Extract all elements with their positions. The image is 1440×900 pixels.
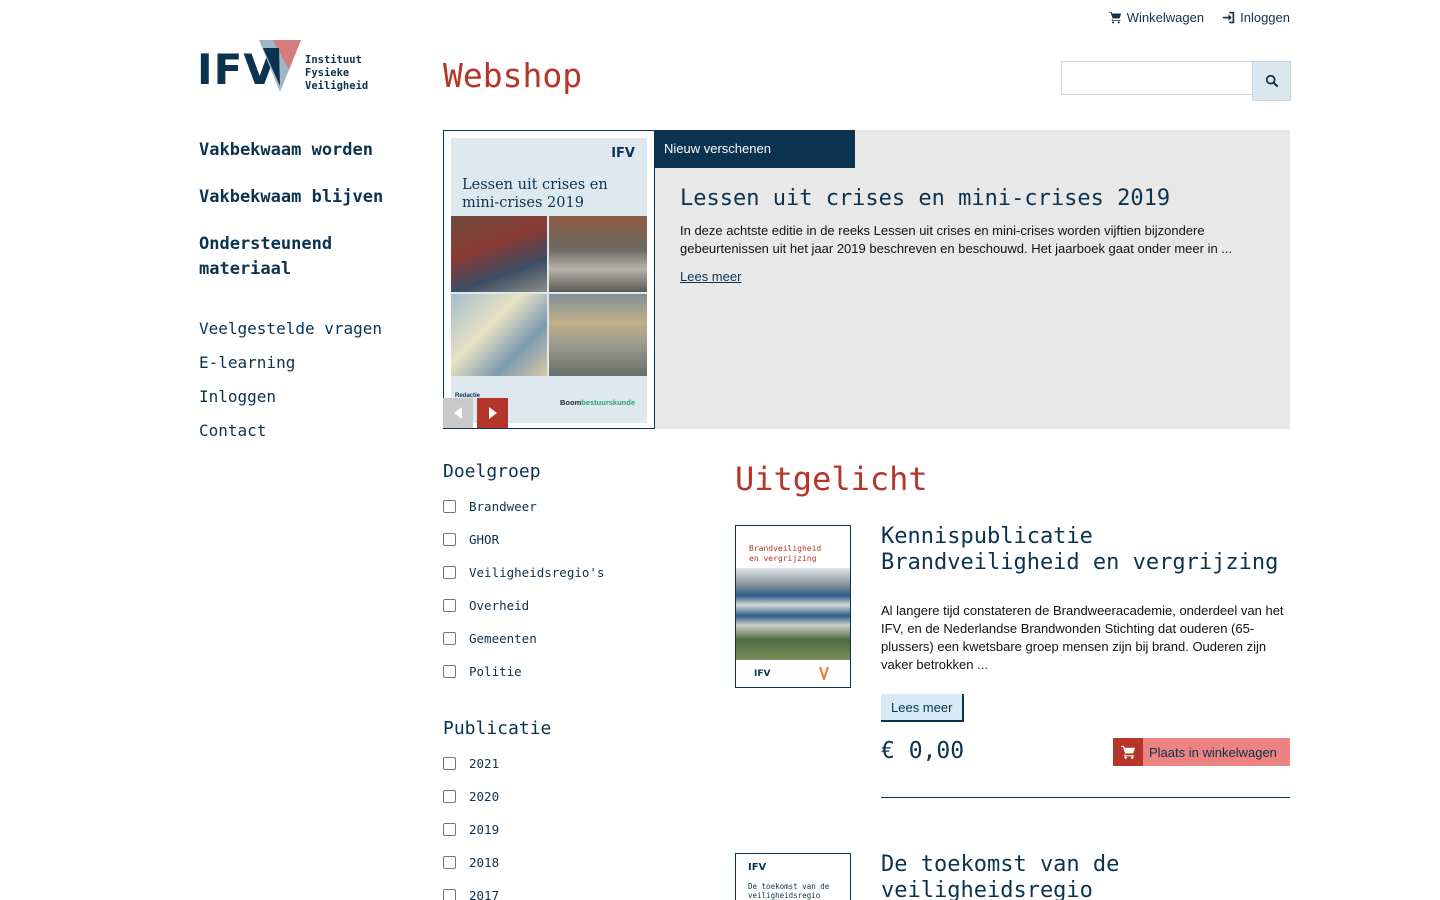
- search-button[interactable]: [1252, 61, 1291, 101]
- filter-option-label: GHOR: [469, 532, 500, 547]
- product-cover-logo: IFV: [754, 669, 771, 679]
- logo-line-3: Veiligheid: [305, 80, 369, 92]
- page-title: Webshop: [443, 56, 583, 95]
- login-link[interactable]: Inloggen: [1222, 10, 1290, 25]
- filter-option-label: Overheid: [469, 598, 530, 613]
- product-cover-title: De toekomst van de veiligheidsregio: [748, 882, 830, 900]
- triangle-left-icon: [454, 407, 462, 419]
- cart-icon: [1113, 738, 1143, 766]
- checkbox[interactable]: [443, 823, 456, 836]
- publisher-name-b: bestuurskunde: [581, 398, 635, 407]
- filter-option-label: Gemeenten: [469, 631, 537, 646]
- featured-carousel: IFV Lessen uit crises en mini-crises 201…: [443, 130, 1290, 429]
- carousel-read-more-link[interactable]: Lees meer: [680, 269, 741, 284]
- filter-option-2019[interactable]: 2019: [443, 813, 499, 846]
- logo-line-2: Fysieke: [305, 67, 350, 79]
- filter-title-publicatie: Publicatie: [443, 718, 552, 739]
- cover-logo: IFV: [611, 146, 635, 161]
- search-form: [1061, 61, 1291, 101]
- checkbox[interactable]: [443, 566, 456, 579]
- nav-item-veelgestelde-vragen[interactable]: Veelgestelde vragen: [199, 318, 382, 340]
- cart-icon: [1108, 11, 1121, 24]
- nav-item-vakbekwaam-worden[interactable]: Vakbekwaam worden: [199, 138, 409, 163]
- nav-item-ondersteunend-materiaal[interactable]: Ondersteunend materiaal: [199, 232, 409, 282]
- cover-photo-collage: [451, 216, 647, 376]
- carousel-prev-button[interactable]: [443, 398, 473, 428]
- product-cover-logo: IFV: [748, 862, 767, 873]
- search-input[interactable]: [1061, 61, 1252, 95]
- logo-triangle-mark: [259, 40, 301, 92]
- product-image[interactable]: IFV De toekomst van de veiligheidsregio: [735, 853, 851, 900]
- logo-subtitle: Instituut Fysieke Veiligheid: [305, 54, 368, 93]
- add-to-cart-label: Plaats in winkelwagen: [1149, 744, 1277, 760]
- checkbox[interactable]: [443, 889, 456, 900]
- filter-option-label: 2020: [469, 789, 500, 804]
- cover-title: Lessen uit crises en mini-crises 2019: [462, 177, 608, 211]
- product-description: Al langere tijd constateren de Brandweer…: [881, 603, 1284, 672]
- add-to-cart-button[interactable]: Plaats in winkelwagen: [1113, 738, 1290, 766]
- checkbox[interactable]: [443, 757, 456, 770]
- checkbox[interactable]: [443, 856, 456, 869]
- section-title-uitgelicht: Uitgelicht: [735, 460, 928, 498]
- carousel-next-button[interactable]: [477, 398, 508, 428]
- product-read-more-button[interactable]: Lees meer: [881, 694, 965, 722]
- top-utility-bar: Winkelwagen Inloggen: [1108, 10, 1290, 25]
- login-link-label: Inloggen: [1240, 10, 1290, 25]
- carousel-cover-image[interactable]: IFV Lessen uit crises en mini-crises 201…: [443, 130, 655, 429]
- filter-option-label: 2017: [469, 888, 500, 900]
- triangle-right-icon: [488, 407, 497, 419]
- filter-option-2021[interactable]: 2021: [443, 747, 499, 780]
- filter-option-2017[interactable]: 2017: [443, 879, 499, 900]
- filter-option-label: 2019: [469, 822, 500, 837]
- product-title[interactable]: De toekomst van de veiligheidsregio: [881, 852, 1290, 900]
- filter-title-doelgroep: Doelgroep: [443, 461, 541, 482]
- filter-option-label: Veiligheidsregio's: [469, 565, 605, 580]
- nav-item-contact[interactable]: Contact: [199, 420, 382, 442]
- checkbox[interactable]: [443, 790, 456, 803]
- product-price: € 0,00: [881, 738, 965, 764]
- sign-in-icon: [1222, 11, 1235, 24]
- filter-list-doelgroep: Brandweer GHOR Veiligheidsregio's Overhe…: [443, 490, 604, 688]
- carousel-title[interactable]: Lessen uit crises en mini-crises 2019: [680, 186, 1170, 211]
- product-divider: [881, 797, 1290, 798]
- checkbox[interactable]: [443, 665, 456, 678]
- cart-link-label: Winkelwagen: [1126, 10, 1205, 25]
- filter-option-2020[interactable]: 2020: [443, 780, 499, 813]
- nav-item-inloggen[interactable]: Inloggen: [199, 386, 382, 408]
- book-cover: IFV Lessen uit crises en mini-crises 201…: [451, 138, 647, 423]
- logo-line-1: Instituut: [305, 54, 362, 66]
- checkbox[interactable]: [443, 599, 456, 612]
- filter-option-ghor[interactable]: GHOR: [443, 523, 604, 556]
- carousel-badge: Nieuw verschenen: [654, 130, 855, 168]
- partner-logo-icon: [819, 666, 829, 680]
- main-navigation: Vakbekwaam worden Vakbekwaam blijven Ond…: [199, 138, 409, 304]
- filter-option-brandweer[interactable]: Brandweer: [443, 490, 604, 523]
- filter-option-2018[interactable]: 2018: [443, 846, 499, 879]
- checkbox[interactable]: [443, 500, 456, 513]
- cover-publisher: Boombestuurskunde: [560, 398, 635, 407]
- cart-link[interactable]: Winkelwagen: [1108, 10, 1205, 25]
- checkbox[interactable]: [443, 533, 456, 546]
- publisher-name-a: Boom: [559, 398, 582, 407]
- ifv-logo[interactable]: IFV Instituut Fysieke Veiligheid: [197, 38, 372, 96]
- filter-option-label: 2018: [469, 855, 500, 870]
- filter-option-overheid[interactable]: Overheid: [443, 589, 604, 622]
- product-cover-title: Brandveiligheid en vergrijzing: [749, 544, 822, 563]
- filter-option-gemeenten[interactable]: Gemeenten: [443, 622, 604, 655]
- product-photo: [736, 568, 850, 660]
- filter-option-politie[interactable]: Politie: [443, 655, 604, 688]
- filter-option-label: Brandweer: [469, 499, 537, 514]
- filter-list-publicatie: 2021 2020 2019 2018 2017: [443, 747, 499, 900]
- checkbox[interactable]: [443, 632, 456, 645]
- carousel-description: In deze achtste editie in de reeks Lesse…: [680, 223, 1233, 256]
- secondary-navigation: Veelgestelde vragen E-learning Inloggen …: [199, 318, 382, 454]
- product-title[interactable]: Kennispublicatie Brandveiligheid en verg…: [881, 524, 1290, 576]
- nav-item-e-learning[interactable]: E-learning: [199, 352, 382, 374]
- search-icon: [1265, 74, 1278, 88]
- filter-option-label: 2021: [469, 756, 500, 771]
- nav-item-vakbekwaam-blijven[interactable]: Vakbekwaam blijven: [199, 185, 409, 210]
- product-image[interactable]: Brandveiligheid en vergrijzing IFV: [735, 525, 851, 688]
- filter-option-veiligheidsregios[interactable]: Veiligheidsregio's: [443, 556, 604, 589]
- filter-option-label: Politie: [469, 664, 522, 679]
